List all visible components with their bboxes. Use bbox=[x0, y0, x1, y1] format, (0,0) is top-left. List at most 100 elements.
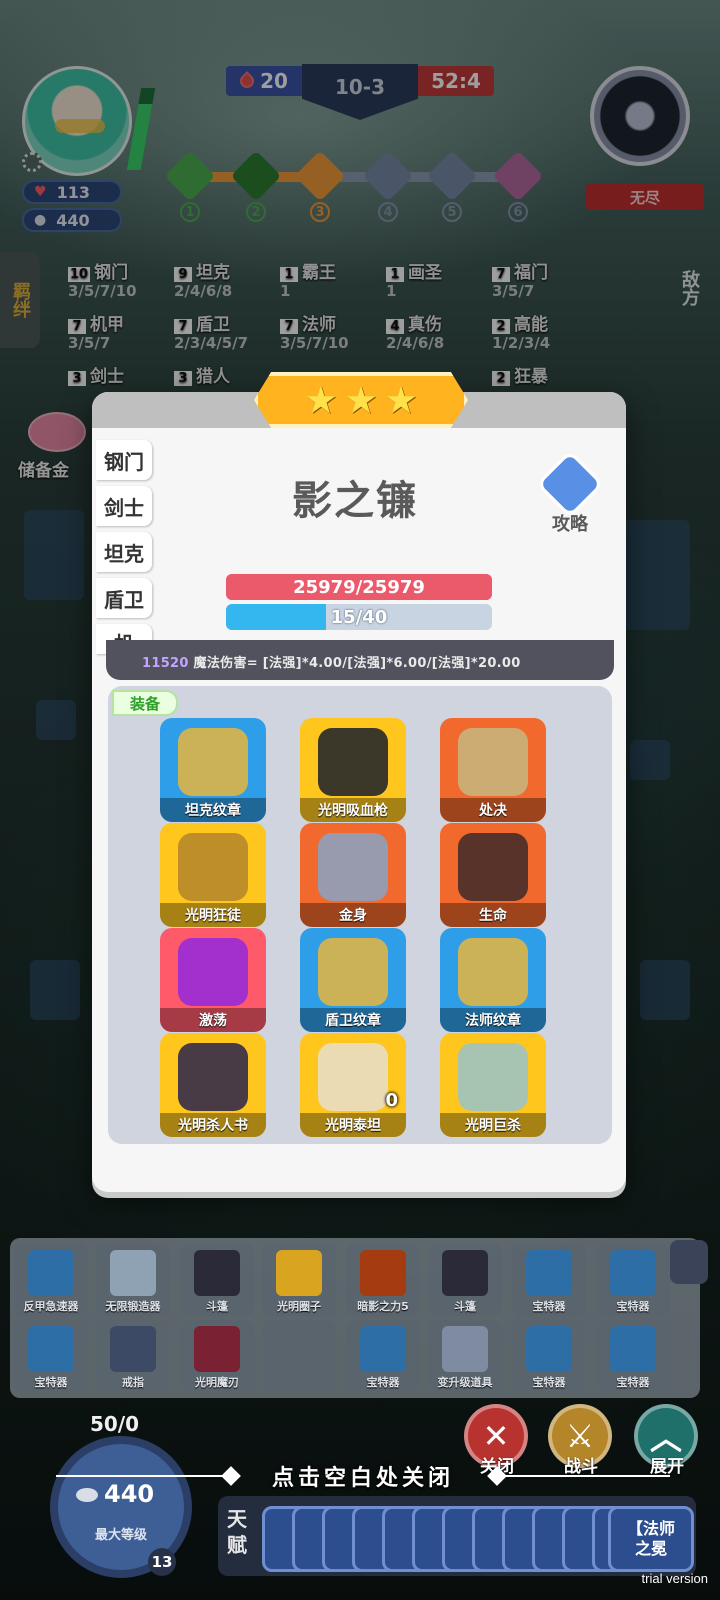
equipment-item[interactable]: 光明巨杀 bbox=[440, 1033, 546, 1137]
equipment-name: 激荡 bbox=[160, 1008, 266, 1032]
inventory-item-icon bbox=[526, 1250, 572, 1296]
hero-mana-bar: 15/40 bbox=[226, 604, 492, 630]
guide-button[interactable]: 攻略 bbox=[536, 450, 604, 536]
inventory-slot[interactable]: 变升级道具 bbox=[428, 1320, 502, 1392]
hero-star-rating: ★ ★ ★ bbox=[254, 372, 468, 428]
inventory-slot[interactable]: 暗影之力5 bbox=[346, 1244, 420, 1316]
inventory-item-icon bbox=[442, 1326, 488, 1372]
equipment-icon bbox=[178, 728, 248, 796]
star-icon: ★ bbox=[384, 378, 419, 422]
equipment-name: 光明吸血枪 bbox=[300, 798, 406, 822]
inventory-slot[interactable]: 宝特器 bbox=[346, 1320, 420, 1392]
hp-text: 25979/25979 bbox=[293, 576, 425, 598]
inventory-item-name: 光明圈子 bbox=[277, 1300, 321, 1313]
equipment-item[interactable]: 0 光明泰坦 bbox=[300, 1033, 406, 1137]
mana-text: 15/40 bbox=[330, 606, 388, 628]
inventory-slot[interactable]: 斗篷 bbox=[180, 1244, 254, 1316]
equipment-icon bbox=[318, 833, 388, 901]
star-icon: ★ bbox=[343, 378, 379, 422]
equipment-name: 生命 bbox=[440, 903, 546, 927]
equipment-item[interactable]: 生命 bbox=[440, 823, 546, 927]
equipment-icon bbox=[318, 938, 388, 1006]
inventory-item-icon bbox=[276, 1326, 322, 1372]
equipment-icon bbox=[318, 728, 388, 796]
equipment-name: 光明泰坦 bbox=[300, 1113, 406, 1137]
skill-formula: 魔法伤害= [法强]*4.00/[法强]*6.00/[法强]*20.00 bbox=[188, 656, 521, 671]
inventory-item-icon bbox=[194, 1250, 240, 1296]
inventory-item-name: 宝特器 bbox=[532, 1376, 566, 1389]
equipment-name: 盾卫纹章 bbox=[300, 1008, 406, 1032]
role-tab[interactable]: 钢门 bbox=[96, 440, 152, 480]
inventory-slot[interactable] bbox=[262, 1320, 336, 1392]
equipment-name: 金身 bbox=[300, 903, 406, 927]
tap-to-close-hint[interactable]: 点击空白处关闭 bbox=[56, 1458, 670, 1494]
inventory-item-icon bbox=[610, 1326, 656, 1372]
inventory-slot[interactable]: 光明圈子 bbox=[262, 1244, 336, 1316]
inventory-item-name: 宝特器 bbox=[616, 1376, 650, 1389]
inventory-item-name: 宝特器 bbox=[532, 1300, 566, 1313]
hero-hp-bar: 25979/25979 bbox=[226, 574, 492, 600]
equipment-item[interactable]: 光明吸血枪 bbox=[300, 718, 406, 822]
inventory-item-icon bbox=[28, 1326, 74, 1372]
equipment-item[interactable]: 光明杀人书 bbox=[160, 1033, 266, 1137]
equipment-name: 处决 bbox=[440, 798, 546, 822]
inventory-item-icon bbox=[28, 1250, 74, 1296]
inventory-item-icon bbox=[276, 1250, 322, 1296]
talent-card[interactable]: 【法师 之冕 bbox=[608, 1506, 694, 1572]
inventory-slot[interactable]: 反甲急速器 bbox=[14, 1244, 88, 1316]
mana-fill bbox=[226, 604, 326, 630]
equipment-name: 光明杀人书 bbox=[160, 1113, 266, 1137]
inventory-item-name: 变升级道具 bbox=[437, 1376, 493, 1389]
inventory-slot[interactable]: 戒指 bbox=[96, 1320, 170, 1392]
talent-label: 天赋 bbox=[227, 1507, 247, 1557]
hero-role-tabs: 钢门 剑士 坦克 盾卫 机 bbox=[96, 440, 156, 660]
equipment-name: 法师纹章 bbox=[440, 1008, 546, 1032]
hero-name: 影之镰 bbox=[292, 478, 418, 524]
trial-watermark: trial version bbox=[641, 1571, 708, 1586]
level-up-caption: 最大等级 bbox=[94, 1528, 147, 1543]
equipment-icon bbox=[458, 938, 528, 1006]
equipment-item[interactable]: 光明狂徒 bbox=[160, 823, 266, 927]
inventory-item-icon bbox=[110, 1326, 156, 1372]
hint-diamond bbox=[221, 1466, 241, 1486]
equipment-item[interactable]: 盾卫纹章 bbox=[300, 928, 406, 1032]
inventory-item-name: 戒指 bbox=[122, 1376, 144, 1389]
equipment-item[interactable]: 处决 bbox=[440, 718, 546, 822]
role-label: 盾卫 bbox=[104, 587, 144, 612]
inventory-slot[interactable]: 宝特器 bbox=[512, 1244, 586, 1316]
role-label: 坦克 bbox=[104, 541, 144, 566]
role-tab[interactable]: 剑士 bbox=[96, 486, 152, 526]
role-tab[interactable]: 坦克 bbox=[96, 532, 152, 572]
inventory-slot[interactable]: 斗篷 bbox=[428, 1244, 502, 1316]
inventory-slot[interactable]: 无限锻造器 bbox=[96, 1244, 170, 1316]
inventory-item-icon bbox=[526, 1326, 572, 1372]
inventory-slot[interactable]: 宝特器 bbox=[596, 1244, 670, 1316]
inventory-slot[interactable]: 宝特器 bbox=[512, 1320, 586, 1392]
inventory-item-icon bbox=[110, 1250, 156, 1296]
inventory-scrollbar[interactable] bbox=[670, 1240, 708, 1284]
equipment-icon bbox=[178, 1043, 248, 1111]
inventory-item-icon bbox=[360, 1250, 406, 1296]
role-label: 钢门 bbox=[104, 449, 144, 474]
skill-damage-value: 11520 bbox=[142, 656, 189, 671]
equipment-item[interactable]: 法师纹章 bbox=[440, 928, 546, 1032]
equipment-icon bbox=[178, 833, 248, 901]
inventory-slot[interactable]: 宝特器 bbox=[596, 1320, 670, 1392]
inventory-item-icon bbox=[360, 1326, 406, 1372]
inventory-slot[interactable]: 光明魔刃 bbox=[180, 1320, 254, 1392]
exp-counter: 50/0 bbox=[90, 1412, 140, 1436]
inventory-item-name: 斗篷 bbox=[206, 1300, 228, 1313]
item-quantity: 0 bbox=[385, 1090, 398, 1111]
equipment-item[interactable]: 坦克纹章 bbox=[160, 718, 266, 822]
inventory-item-icon bbox=[194, 1326, 240, 1372]
inventory-slot[interactable]: 宝特器 bbox=[14, 1320, 88, 1392]
inventory-item-name: 宝特器 bbox=[34, 1376, 68, 1389]
equipment-item[interactable]: 金身 bbox=[300, 823, 406, 927]
close-icon: ✕ bbox=[482, 1417, 510, 1455]
equipment-item[interactable]: 激荡 bbox=[160, 928, 266, 1032]
inventory-item-name: 光明魔刃 bbox=[195, 1376, 239, 1389]
equipment-icon bbox=[458, 728, 528, 796]
close-hint-text: 点击空白处关闭 bbox=[271, 1466, 454, 1491]
role-tab[interactable]: 盾卫 bbox=[96, 578, 152, 618]
crossed-swords-icon: ⚔ bbox=[565, 1417, 595, 1455]
